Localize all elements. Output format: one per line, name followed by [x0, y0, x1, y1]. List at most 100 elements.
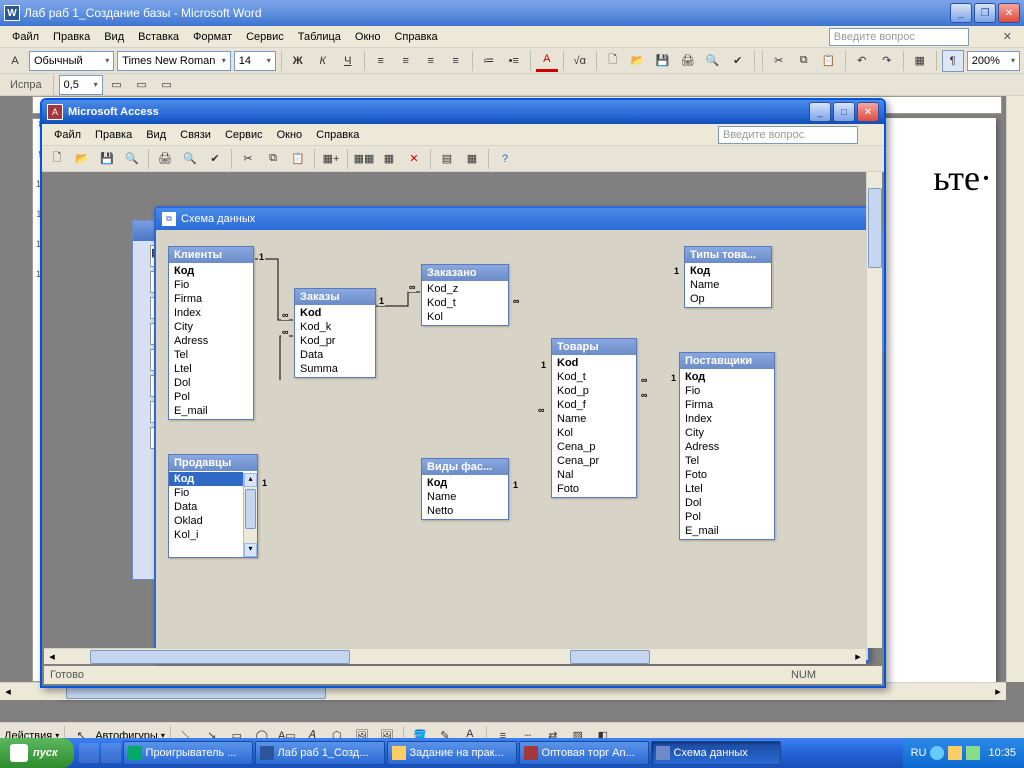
underline-button[interactable]: Ч — [337, 50, 359, 72]
task-item-word[interactable]: Лаб раб 1_Созд... — [255, 741, 385, 765]
field[interactable]: Oklad — [169, 514, 243, 528]
access-menu-tools[interactable]: Сервис — [219, 127, 269, 143]
task-item-folder[interactable]: Задание на прак... — [387, 741, 517, 765]
pk-field-selected[interactable]: Код — [169, 472, 243, 486]
quicklaunch-icon[interactable] — [101, 743, 121, 763]
access-window[interactable]: A Microsoft Access _ □ ✕ Файл Правка Вид… — [40, 98, 886, 688]
menu-format[interactable]: Формат — [187, 29, 238, 45]
table-goodtypes[interactable]: Типы това... Код Name Op — [684, 246, 772, 308]
word-help-search[interactable]: Введите вопрос — [829, 28, 969, 46]
menu-view[interactable]: Вид — [98, 29, 130, 45]
tb-c[interactable]: ▭ — [156, 74, 178, 96]
access-close-button[interactable]: ✕ — [857, 102, 879, 122]
font-size-combo[interactable]: 14▾ — [234, 51, 276, 71]
tray-icon[interactable] — [948, 746, 962, 760]
pk-field[interactable]: Код — [422, 476, 508, 490]
print-db-button[interactable]: 🖨 — [154, 148, 176, 170]
word-close-button[interactable]: ✕ — [998, 3, 1020, 23]
font-combo[interactable]: Times New Roman▾ — [117, 51, 230, 71]
field[interactable]: Ltel — [169, 362, 253, 376]
field[interactable]: Pol — [169, 390, 253, 404]
field[interactable]: Ltel — [680, 482, 774, 496]
menu-edit[interactable]: Правка — [47, 29, 96, 45]
search-button[interactable]: 🔍 — [121, 148, 143, 170]
help-button[interactable]: ? — [494, 148, 516, 170]
field[interactable]: Nal — [552, 468, 636, 482]
field[interactable]: Pol — [680, 510, 774, 524]
show-table-button[interactable]: ▦▦ — [353, 148, 375, 170]
table-header[interactable]: Продавцы — [169, 455, 257, 471]
field[interactable]: Kol — [552, 426, 636, 440]
access-maximize-button[interactable]: □ — [833, 102, 855, 122]
tray-clock[interactable]: 10:35 — [988, 747, 1016, 759]
access-menu-edit[interactable]: Правка — [89, 127, 138, 143]
save-button[interactable]: 💾 — [652, 50, 674, 72]
table-ordered[interactable]: Заказано Kod_z Kod_t Kol — [421, 264, 509, 326]
undo-button[interactable]: ↶ — [851, 50, 873, 72]
field[interactable]: Firma — [680, 398, 774, 412]
table-scrollbar[interactable]: ▴▾ — [243, 473, 257, 557]
table-suppliers[interactable]: Поставщики Код Fio Firma Index City Adre… — [679, 352, 775, 540]
table-goods[interactable]: Товары Kod Kod_t Kod_p Kod_f Name Kol Ce… — [551, 338, 637, 498]
style-combo[interactable]: Обычный▾ — [29, 51, 114, 71]
task-item-player[interactable]: Проигрыватель ... — [123, 741, 253, 765]
cut-button[interactable]: ✂ — [768, 50, 790, 72]
spell-db-button[interactable]: ✔ — [204, 148, 226, 170]
menu-insert[interactable]: Вставка — [132, 29, 185, 45]
task-item-schema[interactable]: Схема данных — [651, 741, 781, 765]
quicklaunch-icon[interactable] — [79, 743, 99, 763]
table-header[interactable]: Товары — [552, 339, 636, 355]
table-header[interactable]: Клиенты — [169, 247, 253, 263]
field[interactable]: Foto — [680, 468, 774, 482]
field[interactable]: Index — [169, 306, 253, 320]
field[interactable]: Kol — [422, 310, 508, 324]
field[interactable]: Netto — [422, 504, 508, 518]
align-center-button[interactable]: ≡ — [395, 50, 417, 72]
add-table-button[interactable]: ▦+ — [320, 148, 342, 170]
field[interactable]: Adress — [169, 334, 253, 348]
menu-tools[interactable]: Сервис — [240, 29, 290, 45]
field[interactable]: Op — [685, 292, 771, 306]
copy-button[interactable]: ⧉ — [793, 50, 815, 72]
table-orders[interactable]: Заказы Kod Kod_k Kod_pr Data Summa — [294, 288, 376, 378]
schema-canvas[interactable]: 1 ∞ 1 ∞ 1 ∞ ∞ 1 1 ∞ ∞ 1 ∞ 1 Клиенты Код — [158, 230, 866, 658]
field[interactable]: Kod_t — [422, 296, 508, 310]
pk-field[interactable]: Код — [685, 264, 771, 278]
access-titlebar[interactable]: A Microsoft Access _ □ ✕ — [42, 100, 884, 124]
field[interactable]: Kod_pr — [295, 334, 375, 348]
save-db-button[interactable]: 💾 — [96, 148, 118, 170]
start-button[interactable]: пуск — [0, 738, 74, 768]
paste-button[interactable]: 📋 — [818, 50, 840, 72]
field[interactable]: Fio — [169, 278, 253, 292]
table-button[interactable]: ▦ — [909, 50, 931, 72]
pk-field[interactable]: Код — [169, 264, 253, 278]
menu-help[interactable]: Справка — [388, 29, 443, 45]
field[interactable]: Summa — [295, 362, 375, 376]
field[interactable]: Name — [422, 490, 508, 504]
field[interactable]: City — [680, 426, 774, 440]
table-header[interactable]: Виды фас... — [422, 459, 508, 475]
field[interactable]: Fio — [169, 486, 243, 500]
preview-button[interactable]: 🔍 — [702, 50, 724, 72]
font-color-button[interactable]: A — [536, 50, 558, 72]
justify-button[interactable]: ≡ — [445, 50, 467, 72]
tb-a[interactable]: ▭ — [106, 74, 128, 96]
field[interactable]: Kod_f — [552, 398, 636, 412]
table-packtypes[interactable]: Виды фас... Код Name Netto — [421, 458, 509, 520]
access-menu-relations[interactable]: Связи — [174, 127, 217, 143]
tray-lang[interactable]: RU — [911, 747, 927, 759]
zoom-combo[interactable]: 200%▾ — [967, 51, 1020, 71]
field[interactable]: Adress — [680, 440, 774, 454]
pk-field[interactable]: Kod — [295, 306, 375, 320]
field[interactable]: Name — [685, 278, 771, 292]
redo-button[interactable]: ↷ — [876, 50, 898, 72]
table-clients[interactable]: Клиенты Код Fio Firma Index City Adress … — [168, 246, 254, 420]
italic-button[interactable]: К — [312, 50, 334, 72]
field[interactable]: Tel — [169, 348, 253, 362]
word-titlebar[interactable]: W Лаб раб 1_Создание базы - Microsoft Wo… — [0, 0, 1024, 26]
field[interactable]: Kod_t — [552, 370, 636, 384]
task-item-access[interactable]: Оптовая торг An... — [519, 741, 649, 765]
word-restore-button[interactable]: ❐ — [974, 3, 996, 23]
copy-db-button[interactable]: ⧉ — [262, 148, 284, 170]
align-right-button[interactable]: ≡ — [420, 50, 442, 72]
